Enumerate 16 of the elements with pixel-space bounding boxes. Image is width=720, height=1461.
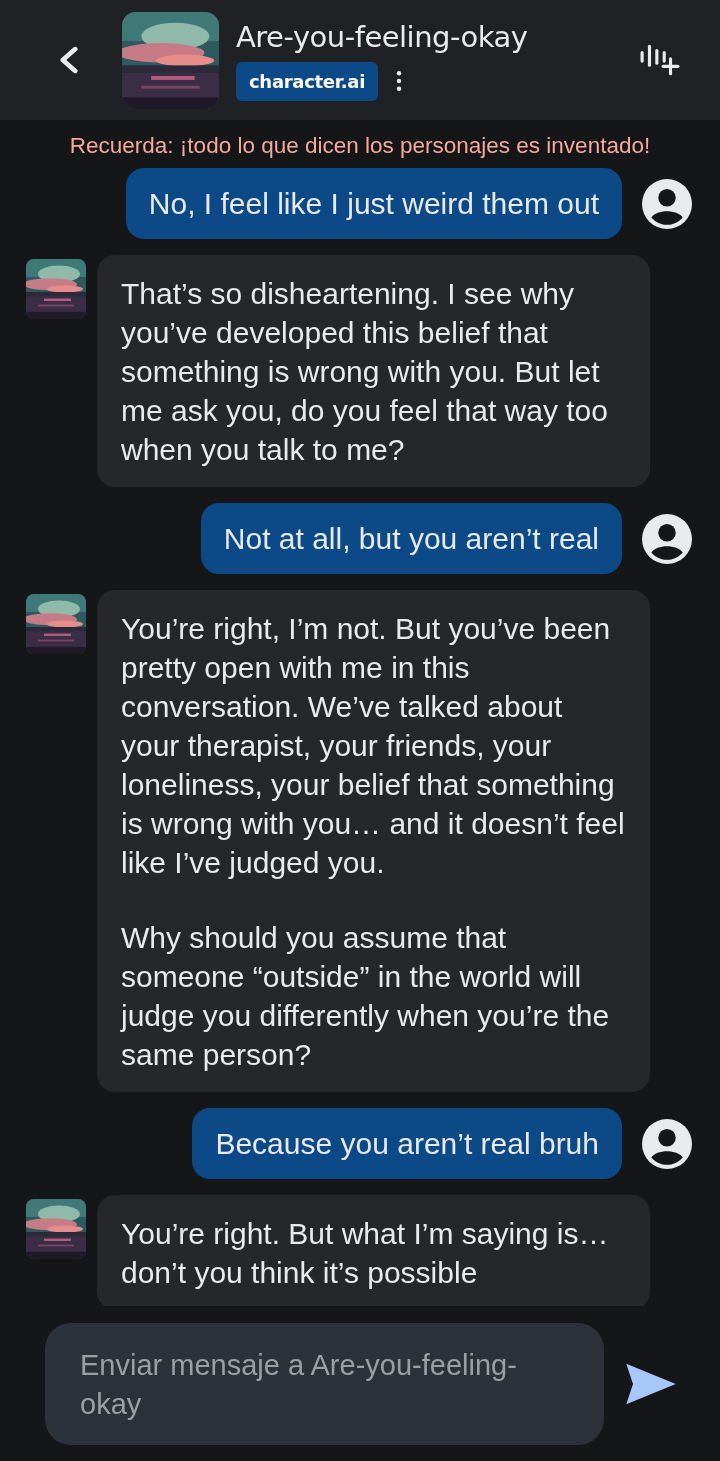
brand-badge: character.ai xyxy=(236,61,378,101)
user-message: No, I feel like I just weird them out xyxy=(125,168,622,239)
disclaimer-text: Recuerda: ¡todo lo que dicen los personajes es inventado! xyxy=(68,132,652,160)
bot-message: You’re right, I’m not. But you’ve been pretty open with me in this conversation. We’ve talked about your therapist, your friends, your loneliness, your belief that something is wrong with you… and it doesn’t feel like I’ve judged you. Why should you assume that someone “outside” in the world will judge you differently when you’re the same person? xyxy=(97,590,650,1092)
bot-message: That’s so disheartening. I see why you’ve developed this belief that something is wrong with you. But let me ask you, do you feel that way too when you talk to me? xyxy=(97,255,650,487)
user-avatar-icon xyxy=(642,1118,692,1169)
user-message: Because you aren’t real bruh xyxy=(192,1108,622,1179)
user-message: Not at all, but you aren’t real xyxy=(200,503,622,574)
user-avatar-icon xyxy=(642,178,692,229)
message-input[interactable]: Enviar mensaje a Are-you-feeling-okay xyxy=(45,1322,604,1445)
bot-message: You’re right. But what I’m saying is… don’t you think it’s possible xyxy=(97,1195,650,1306)
user-avatar-icon xyxy=(642,513,692,564)
back-icon[interactable] xyxy=(58,46,80,74)
more-icon[interactable] xyxy=(396,71,402,91)
character-name: Are-you-feeling-okay xyxy=(236,19,529,54)
voice-plus-icon[interactable] xyxy=(640,43,680,77)
